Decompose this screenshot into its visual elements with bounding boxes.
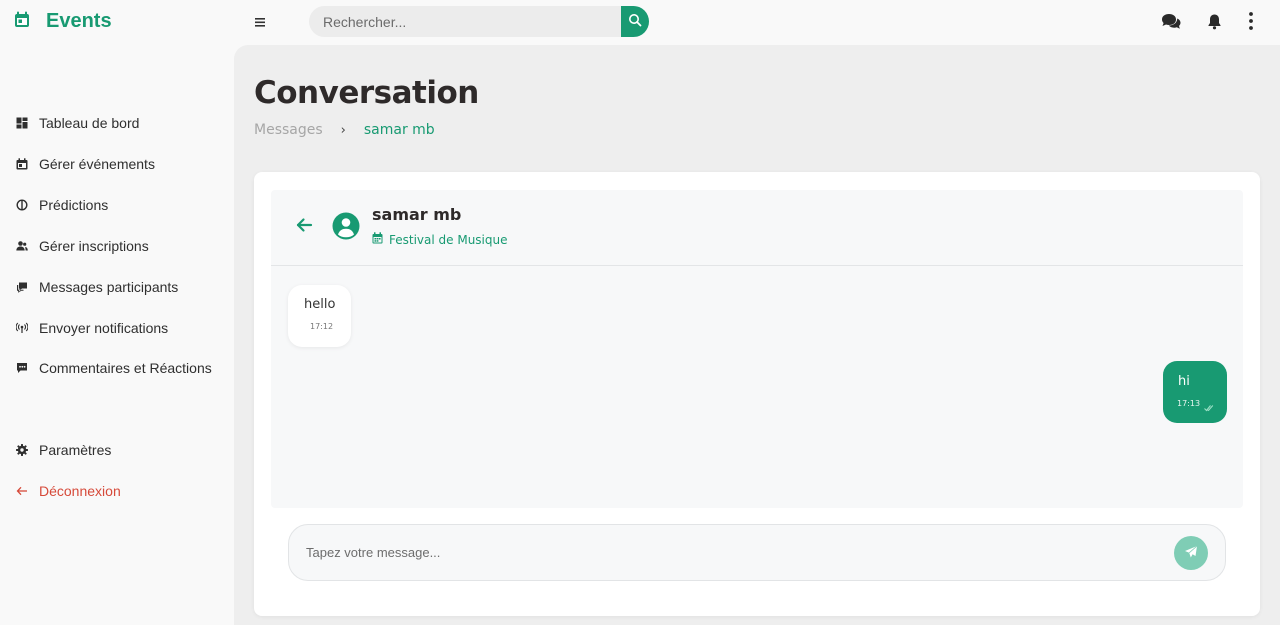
- sidebar-item-label: Commentaires et Réactions: [39, 360, 212, 376]
- sidebar-item-label: Déconnexion: [39, 483, 121, 499]
- chat-header: samar mb Festival de Musique: [271, 190, 1243, 266]
- message-bubble-incoming: hello 17:12: [288, 285, 351, 347]
- sidebar-item-label: Gérer événements: [39, 156, 155, 172]
- sidebar-item-label: Gérer inscriptions: [39, 238, 149, 254]
- breadcrumb-messages-link[interactable]: Messages: [254, 122, 323, 138]
- chat-panel: samar mb Festival de Musique hello 17:12…: [271, 190, 1243, 508]
- send-button[interactable]: [1174, 536, 1208, 570]
- gear-icon: [16, 444, 28, 456]
- search-icon: [628, 12, 642, 31]
- sidebar-item-predictions[interactable]: Prédictions: [16, 197, 108, 213]
- event-name: Festival de Musique: [389, 232, 508, 247]
- calendar-icon: [16, 158, 28, 170]
- app-logo[interactable]: Events: [14, 10, 112, 33]
- message-bubble-outgoing: hi 17:13: [1163, 361, 1227, 423]
- sidebar-item-dashboard[interactable]: Tableau de bord: [16, 115, 139, 131]
- top-bar: Events: [0, 0, 1280, 45]
- message-text: hello: [304, 297, 336, 312]
- breadcrumb-separator: ›: [340, 122, 346, 138]
- conversation-card: samar mb Festival de Musique hello 17:12…: [254, 172, 1260, 616]
- dashboard-icon: [16, 117, 28, 129]
- double-check-icon: [1204, 398, 1214, 412]
- message-input[interactable]: [306, 525, 1166, 580]
- message-time: 17:13: [1177, 399, 1201, 408]
- app-title: Events: [46, 10, 112, 32]
- sidebar-item-registrations[interactable]: Gérer inscriptions: [16, 238, 149, 254]
- event-tag: Festival de Musique: [372, 232, 508, 247]
- sidebar-item-label: Prédictions: [39, 197, 109, 213]
- users-icon: [16, 240, 28, 252]
- breadcrumb: Messages › samar mb: [254, 122, 435, 138]
- message-composer: [288, 524, 1226, 581]
- paper-plane-icon: [1184, 544, 1198, 563]
- sidebar-item-label: Messages participants: [39, 279, 179, 295]
- comment-icon: [16, 362, 28, 374]
- sidebar-item-events[interactable]: Gérer événements: [16, 156, 155, 172]
- broadcast-icon: [16, 322, 28, 334]
- sidebar-item-comments[interactable]: Commentaires et Réactions: [16, 360, 212, 376]
- sidebar-item-label: Envoyer notifications: [39, 320, 169, 336]
- search-bar: [309, 6, 649, 37]
- sidebar: Tableau de bord Gérer événements Prédict…: [0, 45, 234, 625]
- page-title: Conversation: [254, 75, 479, 111]
- calendar-icon: [14, 11, 30, 32]
- chat-icon: [16, 281, 28, 293]
- contact-name: samar mb: [372, 205, 462, 224]
- breadcrumb-current: samar mb: [363, 122, 435, 138]
- search-input[interactable]: [309, 6, 621, 37]
- message-time: 17:12: [310, 322, 334, 331]
- more-vertical-icon[interactable]: [1248, 11, 1254, 31]
- arrow-left-icon: [16, 485, 28, 497]
- sidebar-item-messages[interactable]: Messages participants: [16, 279, 178, 295]
- sidebar-item-label: Tableau de bord: [39, 115, 140, 131]
- sidebar-item-label: Paramètres: [39, 442, 112, 458]
- hamburger-menu-icon[interactable]: [254, 13, 268, 31]
- bell-icon[interactable]: [1207, 13, 1222, 30]
- sidebar-item-settings[interactable]: Paramètres: [16, 442, 111, 458]
- avatar: [332, 212, 360, 240]
- search-button[interactable]: [621, 6, 649, 37]
- messages-icon[interactable]: [1161, 13, 1181, 30]
- back-arrow-icon[interactable]: [295, 216, 313, 234]
- top-actions: [1161, 11, 1254, 31]
- predictions-icon: [16, 199, 28, 211]
- sidebar-item-notifications[interactable]: Envoyer notifications: [16, 320, 168, 336]
- main-content: Conversation Messages › samar mb samar m…: [234, 45, 1280, 625]
- message-text: hi: [1178, 374, 1190, 389]
- calendar-icon: [372, 232, 383, 247]
- sidebar-item-logout[interactable]: Déconnexion: [16, 483, 121, 499]
